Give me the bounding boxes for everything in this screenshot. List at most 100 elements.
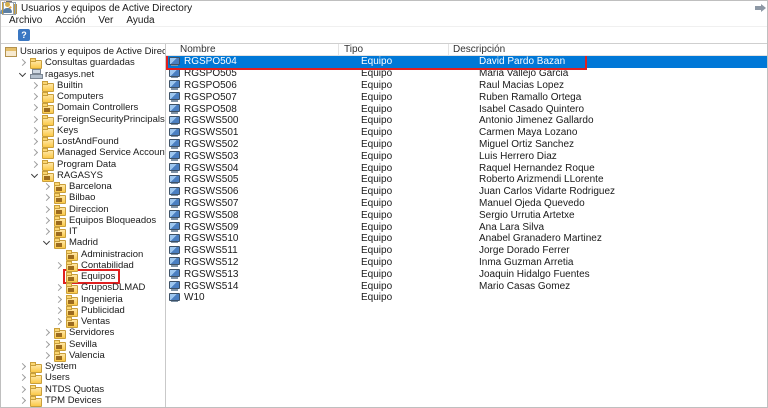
tree-item[interactable]: Usuarios y equipos de Active Directory [… bbox=[1, 46, 165, 57]
tree-expand-arrow[interactable] bbox=[52, 282, 65, 293]
tree-expand-arrow[interactable] bbox=[16, 69, 29, 80]
tree-item[interactable]: Domain Controllers bbox=[1, 102, 165, 113]
tree-expand-arrow[interactable] bbox=[52, 305, 65, 316]
tree-expand-arrow[interactable] bbox=[16, 395, 29, 406]
tree-expand-arrow[interactable] bbox=[52, 316, 65, 327]
tree-expand-arrow[interactable] bbox=[52, 294, 65, 305]
table-row[interactable]: RGSWS500 Equipo Antonio Jimenez Gallardo bbox=[166, 115, 767, 127]
tree-item[interactable]: Administracion bbox=[1, 249, 165, 260]
table-row[interactable]: RGSPO505 Equipo Maria Vallejo Garcia bbox=[166, 68, 767, 80]
tree-item[interactable]: NTDS Quotas bbox=[1, 384, 165, 395]
table-row[interactable]: RGSPO504 Equipo David Pardo Bazan bbox=[166, 56, 767, 68]
tree-expand-arrow[interactable] bbox=[52, 249, 65, 260]
tree-item[interactable]: Managed Service Accounts bbox=[1, 147, 165, 158]
tree-expand-arrow[interactable] bbox=[28, 136, 41, 147]
tree-expand-arrow[interactable] bbox=[40, 237, 53, 248]
tree-item-label: IT bbox=[69, 226, 77, 237]
tree-item[interactable]: Consultas guardadas bbox=[1, 57, 165, 68]
tree-item[interactable]: Keys bbox=[1, 125, 165, 136]
tree-item[interactable]: Madrid bbox=[1, 237, 165, 248]
table-row[interactable]: RGSWS513 Equipo Joaquin Hidalgo Fuentes bbox=[166, 268, 767, 280]
table-row[interactable]: RGSWS504 Equipo Raquel Hernandez Roque bbox=[166, 162, 767, 174]
tree-item-label: ForeignSecurityPrincipals bbox=[57, 114, 165, 125]
table-row[interactable]: RGSWS502 Equipo Miguel Ortiz Sanchez bbox=[166, 139, 767, 151]
tree-expand-arrow[interactable] bbox=[28, 102, 41, 113]
tree-expand-arrow[interactable] bbox=[16, 57, 29, 68]
tree-expand-arrow[interactable] bbox=[28, 147, 41, 158]
tree-expand-arrow[interactable] bbox=[16, 384, 29, 395]
tree-item-label: Users bbox=[45, 372, 70, 383]
tree-expand-arrow[interactable] bbox=[52, 260, 65, 271]
table-row[interactable]: RGSWS511 Equipo Jorge Dorado Ferrer bbox=[166, 245, 767, 257]
tree-expand-arrow[interactable] bbox=[40, 226, 53, 237]
tree-item[interactable]: Equipos bbox=[1, 271, 165, 282]
tree-item-label: Madrid bbox=[69, 237, 98, 248]
table-row[interactable]: RGSPO506 Equipo Raul Macias Lopez bbox=[166, 80, 767, 92]
tree-item[interactable]: Direccion bbox=[1, 204, 165, 215]
tree-expand-arrow[interactable] bbox=[40, 215, 53, 226]
tree-expand-arrow[interactable] bbox=[28, 114, 41, 125]
tree-expand-arrow[interactable] bbox=[40, 327, 53, 338]
tree-item[interactable]: Equipos Bloqueados bbox=[1, 215, 165, 226]
tree-expand-arrow[interactable] bbox=[28, 159, 41, 170]
tree-expand-arrow[interactable] bbox=[40, 204, 53, 215]
tree-item[interactable]: Sevilla bbox=[1, 339, 165, 350]
table-row[interactable]: RGSPO507 Equipo Ruben Ramallo Ortega bbox=[166, 91, 767, 103]
menu-item[interactable]: Acción bbox=[55, 15, 85, 26]
tree-item[interactable]: Ingenieria bbox=[1, 294, 165, 305]
tree-item[interactable]: ForeignSecurityPrincipals bbox=[1, 114, 165, 125]
tree-item[interactable]: Bilbao bbox=[1, 192, 165, 203]
tree-item[interactable]: RAGASYS bbox=[1, 170, 165, 181]
table-row[interactable]: RGSWS514 Equipo Mario Casas Gomez bbox=[166, 280, 767, 292]
tree-item[interactable]: Ventas bbox=[1, 316, 165, 327]
table-row[interactable]: RGSWS503 Equipo Luis Herrero Diaz bbox=[166, 150, 767, 162]
tree-item[interactable]: Servidores bbox=[1, 327, 165, 338]
tree-item[interactable]: TPM Devices bbox=[1, 395, 165, 406]
table-row[interactable]: RGSWS501 Equipo Carmen Maya Lozano bbox=[166, 127, 767, 139]
tree-item[interactable]: IT bbox=[1, 226, 165, 237]
tree-expand-arrow[interactable] bbox=[28, 80, 41, 91]
table-row[interactable]: RGSWS509 Equipo Ana Lara Silva bbox=[166, 221, 767, 233]
column-header-nombre[interactable]: Nombre bbox=[166, 44, 339, 55]
tree-item[interactable]: Builtin bbox=[1, 80, 165, 91]
table-row[interactable]: RGSWS508 Equipo Sergio Urrutia Artetxe bbox=[166, 209, 767, 221]
tree-item[interactable]: GruposDLMAD bbox=[1, 282, 165, 293]
menu-item[interactable]: Archivo bbox=[9, 15, 42, 26]
tree-item[interactable]: System bbox=[1, 361, 165, 372]
tree-item[interactable]: Publicidad bbox=[1, 305, 165, 316]
table-row[interactable]: W10 Equipo bbox=[166, 292, 767, 304]
table-row[interactable]: RGSWS512 Equipo Inma Guzman Arretia bbox=[166, 257, 767, 269]
tree-expand-arrow[interactable] bbox=[40, 181, 53, 192]
tree-expand-arrow[interactable] bbox=[40, 192, 53, 203]
column-header-tipo[interactable]: Tipo bbox=[339, 44, 449, 55]
tree-item[interactable]: ragasys.net bbox=[1, 69, 165, 80]
tree-expand-arrow[interactable] bbox=[16, 361, 29, 372]
computer-name: RGSPO504 bbox=[184, 56, 237, 67]
column-header-descripcion[interactable]: Descripción bbox=[449, 44, 767, 55]
tree-item[interactable]: Contabilidad bbox=[1, 260, 165, 271]
table-row[interactable]: RGSWS510 Equipo Anabel Granadero Martine… bbox=[166, 233, 767, 245]
tree-expand-arrow[interactable] bbox=[16, 372, 29, 383]
table-row[interactable]: RGSPO508 Equipo Isabel Casado Quintero bbox=[166, 103, 767, 115]
tree-expand-arrow[interactable] bbox=[28, 91, 41, 102]
tree-expand-arrow[interactable] bbox=[28, 125, 41, 136]
table-row[interactable]: RGSWS506 Equipo Juan Carlos Vidarte Rodr… bbox=[166, 186, 767, 198]
menu-item[interactable]: Ver bbox=[98, 15, 113, 26]
help-icon[interactable] bbox=[18, 29, 30, 41]
tree-item[interactable]: LostAndFound bbox=[1, 136, 165, 147]
cell-type: Equipo bbox=[339, 186, 449, 197]
tree-item[interactable]: Users bbox=[1, 372, 165, 383]
tree-expand-arrow[interactable] bbox=[28, 170, 41, 181]
tree-item[interactable]: Barcelona bbox=[1, 181, 165, 192]
menu-item[interactable]: Ayuda bbox=[126, 15, 154, 26]
table-row[interactable]: RGSWS505 Equipo Roberto Arizmendi LLoren… bbox=[166, 174, 767, 186]
computer-name: RGSPO506 bbox=[184, 80, 237, 91]
computer-icon bbox=[169, 281, 181, 291]
tree-item[interactable]: Valencia bbox=[1, 350, 165, 361]
tree-expand-arrow[interactable] bbox=[40, 350, 53, 361]
tree-item[interactable]: Program Data bbox=[1, 159, 165, 170]
table-row[interactable]: RGSWS507 Equipo Manuel Ojeda Quevedo bbox=[166, 198, 767, 210]
tree-expand-arrow[interactable] bbox=[52, 271, 65, 282]
tree-item[interactable]: Computers bbox=[1, 91, 165, 102]
tree-expand-arrow[interactable] bbox=[40, 339, 53, 350]
